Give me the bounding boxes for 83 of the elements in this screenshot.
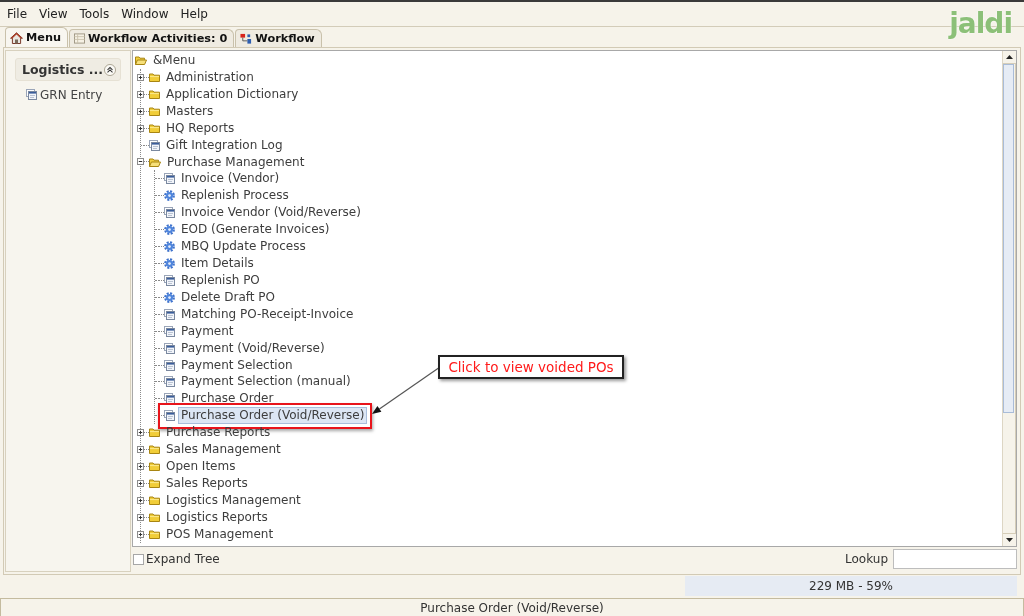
app-logo: jaldi [949, 7, 1012, 41]
top-menu-button[interactable]: View [33, 4, 74, 24]
tree-item[interactable]: Payment [178, 322, 237, 340]
tree-item[interactable]: Masters [163, 102, 217, 120]
tree-item[interactable]: Purchase Order (Void/Reverse) [178, 407, 368, 425]
panel-title: Logistics ... [22, 62, 103, 77]
callout-note: Click to view voided POs [438, 355, 624, 380]
gear-icon [164, 224, 175, 236]
tree-item[interactable]: Open Items [163, 458, 239, 476]
tree-item[interactable]: Delete Draft PO [178, 288, 278, 306]
plus-box-icon[interactable] [137, 446, 144, 454]
tree-item[interactable]: Payment Selection (manual) [178, 373, 354, 391]
tab[interactable]: Workflow Activities: 0 [69, 29, 235, 47]
window-icon [164, 393, 175, 405]
tree-item[interactable]: &Menu [150, 51, 199, 69]
tree-item[interactable]: Item Details [178, 255, 257, 273]
plus-box-icon[interactable] [137, 73, 144, 81]
status-bar: Purchase Order (Void/Reverse) [0, 598, 1024, 616]
tree-item[interactable]: Replenish PO [178, 271, 263, 289]
plus-box-icon[interactable] [137, 463, 144, 471]
window-icon [149, 139, 160, 151]
window-icon [164, 325, 175, 337]
tree-item[interactable]: HQ Reports [163, 119, 238, 137]
tree-item[interactable]: Gift Integration Log [163, 136, 286, 154]
up-triangle-icon [1006, 55, 1013, 59]
tree-item[interactable]: Logistics Reports [163, 508, 271, 526]
plus-box-icon[interactable] [137, 90, 144, 98]
gear-icon [164, 291, 175, 303]
window-icon [164, 376, 175, 388]
scroll-thumb[interactable] [1003, 64, 1014, 414]
tab[interactable]: Workflow [235, 29, 322, 47]
lookup-field[interactable] [893, 549, 1017, 569]
window-icon [164, 410, 175, 422]
house-icon [10, 31, 23, 44]
tree-item[interactable]: POS Management [163, 525, 277, 543]
tab[interactable]: Menu [5, 27, 68, 47]
plus-box-icon[interactable] [137, 124, 144, 132]
top-menu-button[interactable]: Help [174, 4, 214, 24]
tree-item[interactable]: Invoice (Vendor) [178, 170, 283, 188]
tree-item[interactable]: Sales Reports [163, 475, 251, 492]
window-icon [26, 89, 37, 100]
tree-item[interactable]: Purchase Order [178, 390, 277, 408]
plus-box-icon[interactable] [137, 107, 144, 115]
minus-box-icon[interactable] [137, 158, 144, 166]
tree-item[interactable]: Purchase Reports [163, 424, 274, 442]
down-triangle-icon [1006, 538, 1013, 542]
tree-item[interactable]: EOD (Generate Invoices) [178, 221, 333, 239]
window-icon [164, 359, 175, 371]
tree-item[interactable]: Matching PO-Receipt-Invoice [178, 305, 357, 323]
plus-box-icon[interactable] [137, 429, 144, 437]
memory-indicator: 229 MB - 59% [685, 576, 1017, 596]
tree-item[interactable]: Administration [163, 68, 257, 86]
tree-item[interactable]: Payment Selection [178, 356, 296, 374]
top-menu-button[interactable]: Window [115, 4, 175, 24]
plus-box-icon[interactable] [137, 513, 144, 521]
checkbox-label[interactable]: Expand Tree [146, 552, 220, 566]
workflow-icon [240, 32, 253, 45]
tree-item[interactable]: MBQ Update Process [178, 238, 309, 256]
top-menu-button[interactable]: Tools [73, 4, 116, 24]
gear-icon [164, 190, 175, 202]
tree-item[interactable]: Replenish Process [178, 187, 292, 205]
plus-box-icon[interactable] [137, 530, 144, 538]
gear-icon [164, 241, 175, 253]
tree-item[interactable]: Logistics Management [163, 491, 304, 509]
collapse-chevron-icon[interactable] [104, 63, 116, 76]
expand-tree-checkbox[interactable] [133, 553, 144, 565]
tree-item[interactable]: Payment (Void/Reverse) [178, 339, 328, 357]
window-icon [164, 308, 175, 320]
window-icon [164, 342, 175, 354]
favorite-item[interactable]: GRN Entry [26, 86, 103, 103]
plus-box-icon[interactable] [137, 480, 144, 487]
tree-item[interactable]: Sales Management [163, 441, 284, 459]
plus-box-icon[interactable] [137, 496, 144, 504]
window-icon [164, 207, 175, 219]
gear-icon [164, 258, 175, 270]
window-icon [164, 274, 175, 286]
tree-item[interactable]: Application Dictionary [163, 85, 302, 103]
lookup-label: Lookup [845, 552, 888, 566]
table-icon [74, 33, 85, 44]
top-menu-button[interactable]: File [1, 4, 34, 24]
window-icon [164, 173, 175, 185]
tree-item[interactable]: Purchase Management [164, 153, 308, 171]
tree-item[interactable]: Invoice Vendor (Void/Reverse) [178, 204, 364, 222]
